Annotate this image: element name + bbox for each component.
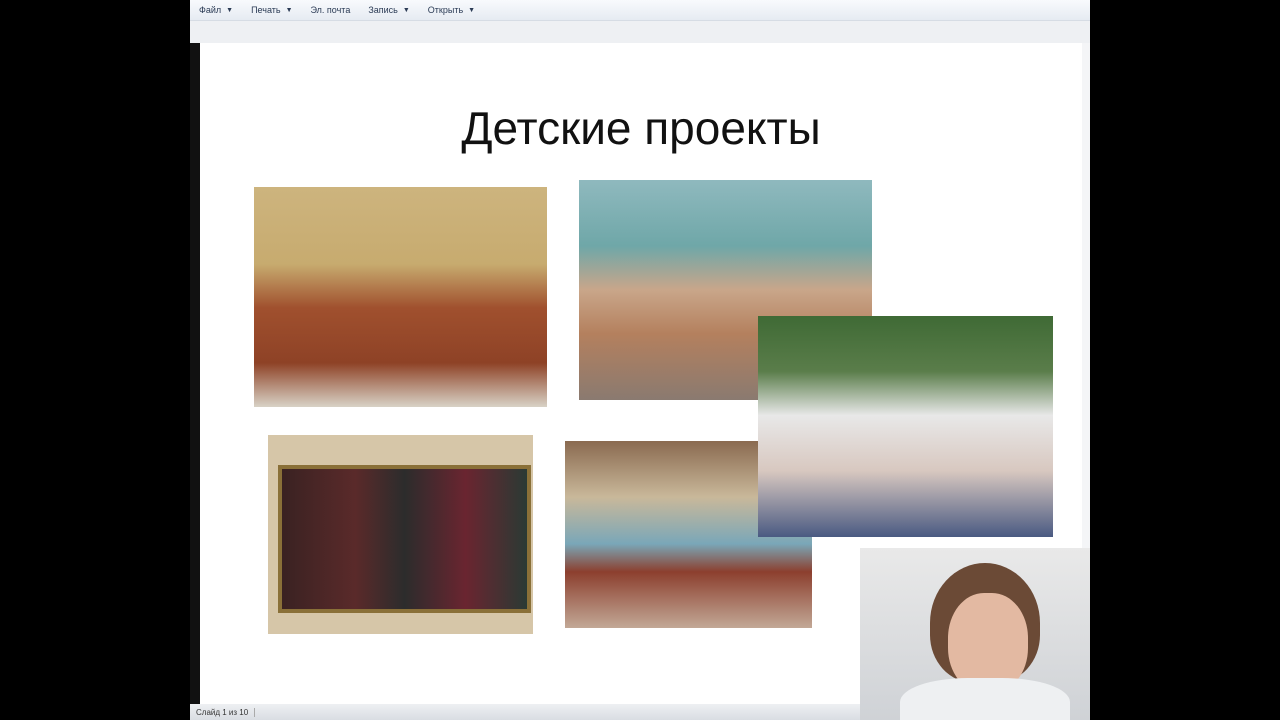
presenter-shirt (900, 678, 1070, 720)
slide-indicator: Слайд 1 из 10 (190, 707, 256, 717)
toolbar: Файл ▼ Печать ▼ Эл. почта Запись ▼ Открыть ▼ (190, 0, 1090, 21)
menu-label: Файл (199, 5, 222, 15)
menu-file[interactable]: Файл ▼ (190, 5, 242, 15)
menu-email[interactable]: Эл. почта (302, 5, 360, 15)
menu-label: Запись (368, 5, 398, 15)
menu-label: Открыть (427, 5, 464, 15)
chevron-down-icon: ▼ (468, 6, 476, 14)
chevron-down-icon: ▼ (226, 6, 234, 14)
webcam-overlay (860, 548, 1090, 720)
ribbon-band (190, 21, 1090, 43)
menu-record[interactable]: Запись ▼ (359, 5, 418, 15)
menu-label: Эл. почта (310, 5, 351, 15)
left-strip (190, 43, 200, 704)
menu-open[interactable]: Открыть ▼ (419, 5, 484, 15)
chevron-down-icon: ▼ (402, 6, 410, 14)
photo-framed-artwork (268, 435, 533, 634)
chevron-down-icon: ▼ (285, 6, 293, 14)
menu-print[interactable]: Печать ▼ (242, 5, 301, 15)
menu-label: Печать (251, 5, 281, 15)
photo-kids-balcony-table (758, 316, 1053, 537)
photo-kids-drawing-table (254, 187, 547, 407)
artwork-frame (278, 465, 531, 613)
slide-title: Детские проекты (461, 102, 821, 154)
